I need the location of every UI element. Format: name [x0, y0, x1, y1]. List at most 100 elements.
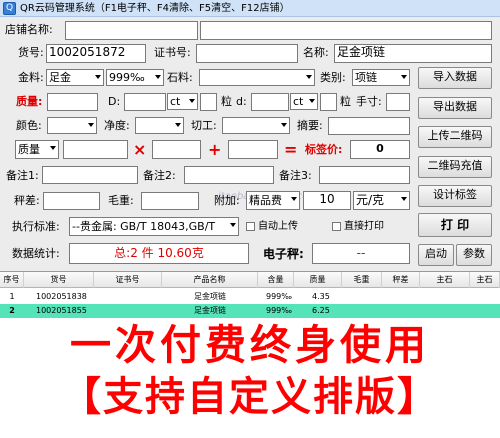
goods-no-label: 货号:: [18, 46, 44, 59]
stone-select[interactable]: [199, 69, 315, 86]
row-goods-no: 1002051855: [36, 306, 87, 315]
chevron-down-icon: [281, 123, 287, 127]
table-row-selected[interactable]: 2 1002051855 足金项链 999‰ 6.25: [0, 304, 500, 318]
row-goods-no: 1002051838: [36, 292, 87, 301]
d2-unit-select[interactable]: ct: [290, 93, 318, 110]
hand-size-input[interactable]: [386, 93, 410, 111]
cut-select[interactable]: [222, 117, 290, 134]
note2-label: 备注2:: [143, 169, 176, 182]
extra-type-select[interactable]: 精品费: [246, 191, 300, 210]
scale-diff-input[interactable]: [43, 192, 100, 210]
column-header[interactable]: 序号: [0, 272, 24, 288]
start-button[interactable]: 启动: [418, 244, 454, 266]
d2-weight-input[interactable]: [251, 93, 289, 111]
row-no: 1: [9, 292, 15, 301]
stats-label: 数据统计:: [12, 247, 60, 260]
formula-operand-1-input[interactable]: [63, 140, 128, 159]
export-data-button[interactable]: 导出数据: [418, 97, 492, 119]
auto-upload-checkbox[interactable]: [246, 222, 255, 231]
tag-price-input[interactable]: 0: [350, 140, 410, 159]
note1-label: 备注1:: [6, 169, 39, 182]
column-header[interactable]: 毛重: [342, 272, 382, 288]
grain-label-1: 粒: [221, 95, 232, 108]
clarity-label: 净度:: [104, 119, 130, 132]
column-header[interactable]: 产品名称: [162, 272, 258, 288]
scale-value-display: --: [312, 243, 410, 264]
title-bar[interactable]: Q QR云码管理系统（F1电子秤、F4清除、F5清空、F12店铺）: [0, 0, 500, 17]
chevron-down-icon: [88, 123, 94, 127]
formula-operand-3-input[interactable]: [228, 140, 278, 159]
shop-name-input[interactable]: [65, 21, 198, 40]
column-header[interactable]: 秤差: [382, 272, 420, 288]
d-unit-select[interactable]: ct: [167, 93, 198, 110]
multiply-symbol: ×: [133, 140, 147, 159]
chevron-down-icon: [291, 197, 297, 201]
quality-label: 质量:: [16, 95, 43, 108]
d-weight-input[interactable]: [124, 93, 166, 111]
window-title: QR云码管理系统（F1电子秤、F4清除、F5清空、F12店铺）: [20, 3, 290, 14]
plus-symbol: +: [208, 140, 222, 159]
note2-input[interactable]: [184, 166, 274, 184]
chevron-down-icon: [95, 75, 101, 79]
cut-label: 切工:: [191, 119, 217, 132]
recharge-qr-button[interactable]: 二维码充值: [418, 156, 492, 178]
scale-label: 电子秤:: [263, 247, 304, 261]
row-purity: 999‰: [266, 292, 293, 301]
column-header[interactable]: 证书号: [94, 272, 162, 288]
note1-input[interactable]: [42, 166, 138, 184]
formula-operand-2-input[interactable]: [152, 140, 201, 159]
summary-label: 摘要:: [297, 119, 323, 132]
color-select[interactable]: [47, 117, 97, 134]
auto-upload-label: 自动上传: [258, 221, 298, 232]
column-header[interactable]: 货号: [24, 272, 94, 288]
cert-no-label: 证书号:: [154, 46, 191, 59]
extra-unit-select[interactable]: 元/克: [353, 191, 410, 210]
formula-field-value: 质量: [18, 143, 40, 156]
params-button[interactable]: 参数: [456, 244, 492, 266]
name-input[interactable]: 足金项链: [334, 44, 492, 63]
promo-line-1: 一次付费终身使用: [70, 321, 430, 369]
import-data-button[interactable]: 导入数据: [418, 67, 492, 89]
upload-qr-button[interactable]: 上传二维码: [418, 126, 492, 148]
app-window: Q QR云码管理系统（F1电子秤、F4清除、F5清空、F12店铺） 店铺名称: …: [0, 0, 500, 438]
column-header[interactable]: 主石: [420, 272, 470, 288]
quality-input[interactable]: [47, 93, 98, 111]
metal-select[interactable]: 足金: [46, 69, 104, 86]
column-header[interactable]: 主石: [470, 272, 500, 288]
standard-label: 执行标准:: [12, 220, 60, 233]
name-label: 名称:: [303, 46, 329, 59]
clarity-select[interactable]: [135, 117, 184, 134]
metal-label: 金料:: [18, 71, 44, 84]
chevron-down-icon: [155, 75, 161, 79]
extra-type-value: 精品费: [249, 194, 282, 207]
purity-select[interactable]: 999‰: [106, 69, 164, 86]
table-row[interactable]: 1 1002051838 足金项链 999‰ 4.35: [0, 290, 500, 304]
standard-select-value: --贵金属: GB/T 18043,GB/T: [72, 220, 216, 233]
promo-line-2: 【支持自定义排版】: [61, 373, 439, 420]
d-grain-input[interactable]: [200, 93, 217, 111]
extra-value-input[interactable]: 10: [303, 191, 351, 210]
chevron-down-icon: [189, 99, 195, 103]
row-weight: 4.35: [312, 292, 330, 301]
chevron-down-icon: [175, 123, 181, 127]
scale-diff-label: 秤差:: [14, 194, 40, 207]
goods-no-input[interactable]: 1002051872: [46, 44, 146, 63]
direct-print-checkbox[interactable]: [332, 222, 341, 231]
category-select[interactable]: 项链: [352, 69, 410, 86]
formula-field-select[interactable]: 质量: [15, 140, 59, 159]
d2-grain-input[interactable]: [320, 93, 337, 111]
column-header[interactable]: 质量: [294, 272, 342, 288]
standard-select[interactable]: --贵金属: GB/T 18043,GB/T: [69, 217, 239, 236]
row-cert: [104, 290, 162, 304]
color-label: 颜色:: [16, 119, 42, 132]
direct-print-label: 直接打印: [344, 221, 384, 232]
cert-no-input[interactable]: [196, 44, 298, 63]
chevron-down-icon: [401, 75, 407, 79]
summary-input[interactable]: [328, 117, 410, 135]
gross-weight-input[interactable]: [141, 192, 199, 210]
note3-input[interactable]: [319, 166, 410, 184]
print-button[interactable]: 打 印: [418, 213, 492, 237]
design-label-button[interactable]: 设计标签: [418, 185, 492, 207]
column-header[interactable]: 含量: [258, 272, 294, 288]
shop-name-extra-input[interactable]: [200, 21, 492, 40]
